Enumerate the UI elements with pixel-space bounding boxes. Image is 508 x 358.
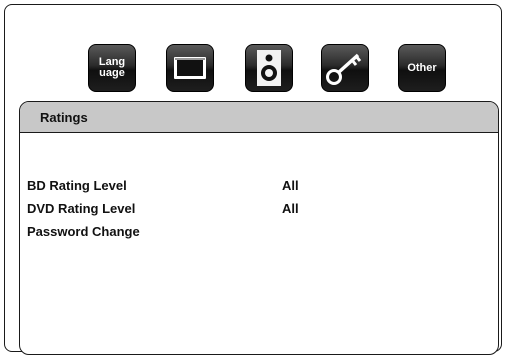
settings-toolbar: Lang uage Other [88, 44, 450, 92]
display-tab[interactable] [166, 44, 214, 92]
display-icon [174, 57, 206, 79]
other-icon: Other [407, 61, 437, 74]
bd-rating-level-item[interactable]: BD Rating Level [27, 178, 127, 193]
bd-rating-level-value: All [282, 178, 299, 193]
dvd-rating-level-item[interactable]: DVD Rating Level [27, 201, 135, 216]
key-icon [326, 53, 362, 85]
panel-title: Ratings [20, 102, 498, 133]
ratings-panel: Ratings BD Rating Level All DVD Rating L… [19, 101, 499, 355]
other-tab[interactable]: Other [398, 44, 446, 92]
dvd-rating-level-value: All [282, 201, 299, 216]
audio-tab[interactable] [245, 44, 293, 92]
ratings-tab[interactable] [321, 44, 369, 92]
speaker-icon [257, 50, 281, 86]
password-change-item[interactable]: Password Change [27, 224, 140, 239]
language-tab[interactable]: Lang uage [88, 44, 136, 92]
language-icon: Lang uage [98, 56, 126, 79]
